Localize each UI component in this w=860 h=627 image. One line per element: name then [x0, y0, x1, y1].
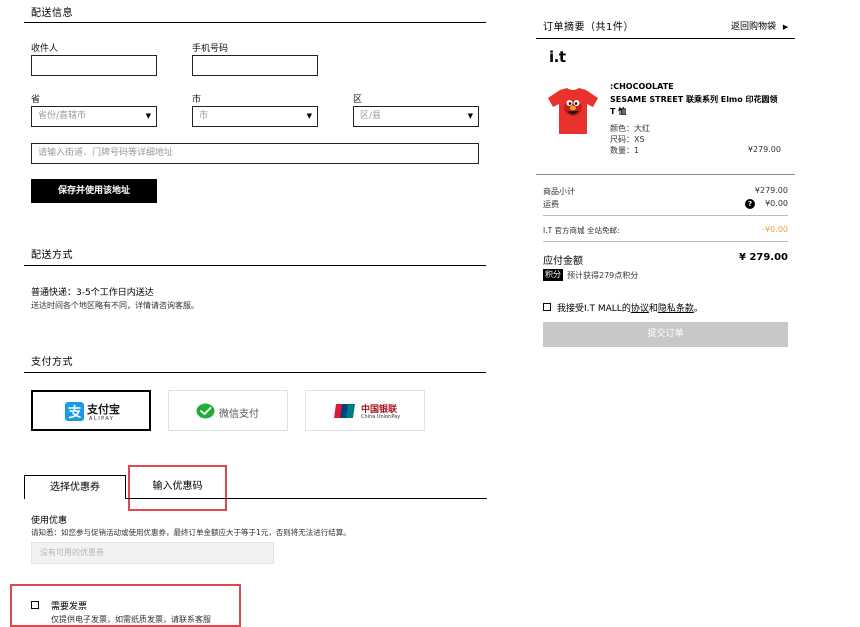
divider [543, 215, 788, 216]
wechat-pay-label: 微信支付 [219, 409, 259, 420]
agree-suffix: 。 [693, 304, 703, 314]
shipping-value: ¥0.00 [765, 199, 788, 208]
payment-title: 支付方式 [31, 357, 73, 368]
privacy-link[interactable]: 隐私条款 [658, 304, 694, 314]
divider [536, 38, 795, 39]
product-brand: :CHOCOOLATE [610, 82, 674, 91]
delivery-option: 普通快递：3-5个工作日内送达 [31, 288, 154, 298]
points-badge: 积分 [543, 269, 563, 281]
district-select-value: 区/县 [360, 111, 382, 121]
recipient-label: 收件人 [31, 44, 59, 54]
promo-label: I.T 官方商城 全站免邮: [543, 226, 620, 235]
delivery-info-title: 配送信息 [31, 8, 73, 19]
city-label: 市 [192, 95, 202, 105]
province-select-value: 省份/直辖市 [38, 111, 87, 121]
district-select[interactable]: 区/县 ▼ [353, 106, 479, 127]
product-size: 尺码：XS [610, 135, 645, 144]
phone-input[interactable] [192, 55, 318, 76]
delivery-method-title: 配送方式 [31, 250, 73, 261]
caret-down-icon: ▼ [306, 112, 312, 120]
unionpay-icon [334, 404, 355, 418]
subtotal-label: 商品小计 [543, 187, 575, 196]
agree-prefix: 我接受I.T MALL的 [557, 304, 631, 314]
divider [543, 241, 788, 242]
address-input[interactable]: 请输入街道、门牌号码等详细地址 [31, 143, 479, 164]
alipay-icon [65, 402, 84, 421]
divider [536, 174, 795, 175]
city-select-value: 市 [199, 111, 209, 121]
subtotal-value: ¥279.00 [754, 186, 788, 195]
promo-value: -¥0.00 [762, 225, 788, 234]
district-label: 区 [353, 95, 363, 105]
save-address-button[interactable]: 保存并使用该地址 [31, 179, 157, 203]
caret-right-icon: ▶ [782, 23, 789, 31]
divider [24, 22, 486, 23]
back-to-bag-label: 返回购物袋 [731, 22, 777, 32]
product-price: ¥279.00 [747, 145, 781, 154]
province-label: 省 [31, 95, 41, 105]
back-to-bag-link[interactable]: 返回购物袋 ▶ [731, 19, 788, 32]
highlight-box [128, 465, 227, 511]
coupon-select[interactable]: 没有可用的优惠券 [31, 542, 274, 564]
alipay-option[interactable]: 支付宝 ALIPAY [31, 390, 151, 431]
submit-order-button[interactable]: 提交订单 [543, 322, 788, 347]
brand-logo: i.t [549, 48, 566, 66]
recipient-input[interactable] [31, 55, 157, 76]
total-value: ¥ 279.00 [738, 252, 788, 263]
agree-text: 我接受I.T MALL的协议和隐私条款。 [557, 301, 703, 314]
product-image [548, 88, 598, 134]
wechat-pay-icon [196, 403, 215, 419]
caret-down-icon: ▼ [145, 112, 151, 120]
invoice-checkbox[interactable] [31, 601, 39, 609]
delivery-note: 送达时间各个地区略有不同，详情请咨询客服。 [31, 301, 199, 310]
alipay-label: 支付宝 [87, 403, 120, 416]
product-qty: 数量：1 [610, 146, 640, 155]
use-coupon-title: 使用优惠 [31, 516, 68, 526]
divider [24, 372, 486, 373]
divider [24, 265, 486, 266]
phone-label: 手机号码 [192, 44, 229, 54]
invoice-label: 需要发票 [51, 602, 88, 612]
shipping-label: 运费 [543, 200, 559, 209]
total-label: 应付金额 [543, 256, 583, 267]
agree-checkbox[interactable] [543, 303, 551, 311]
coupon-notice: 请知悉：如您参与促销活动或使用优惠券，最终订单金额应大于等于1元，否则将无法进行… [31, 528, 351, 537]
city-select[interactable]: 市 ▼ [192, 106, 318, 127]
address-placeholder: 请输入街道、门牌号码等详细地址 [38, 148, 174, 158]
invoice-note: 仅提供电子发票，如需纸质发票，请联系客服 [51, 615, 211, 624]
tab-select-coupon[interactable]: 选择优惠券 [24, 475, 126, 499]
unionpay-option[interactable]: 中国银联 China UnionPay [305, 390, 425, 431]
wechat-pay-option[interactable]: 微信支付 [168, 390, 288, 431]
alipay-en-label: ALIPAY [89, 416, 115, 422]
caret-down-icon: ▼ [467, 112, 473, 120]
agree-and: 和 [648, 304, 658, 314]
unionpay-en-label: China UnionPay [361, 414, 401, 420]
order-summary-title: 订单摘要（共1件） [543, 22, 634, 33]
product-color: 颜色：大红 [610, 124, 650, 133]
points-text: 预计获得279点积分 [567, 271, 639, 280]
product-name: SESAME STREET 联乘系列 Elmo 印花圆领 T 恤 [610, 95, 778, 116]
agreement-link[interactable]: 协议 [631, 304, 649, 314]
divider [126, 498, 487, 499]
province-select[interactable]: 省份/直辖市 ▼ [31, 106, 157, 127]
